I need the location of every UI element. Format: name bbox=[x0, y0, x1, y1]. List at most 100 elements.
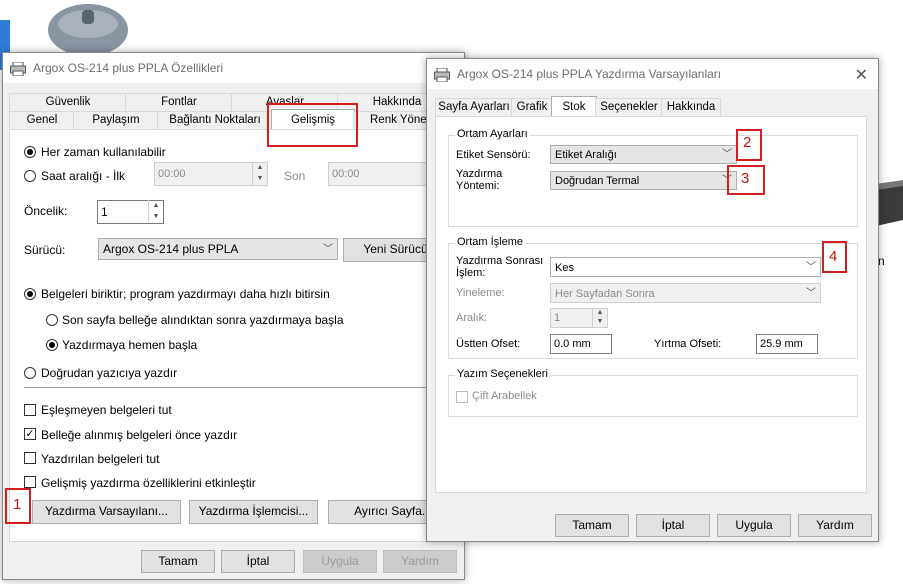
printer-icon bbox=[10, 62, 26, 76]
time-start-spinner[interactable]: ▲ ▼ bbox=[252, 162, 267, 186]
label-sensor-value: Etiket Aralığı bbox=[555, 149, 617, 161]
interval-spinner[interactable]: ▲ ▼ bbox=[592, 308, 607, 328]
tear-offset-field[interactable]: 25.9 mm bbox=[756, 334, 818, 354]
background-mouse-image bbox=[42, 0, 130, 56]
repeat-value: Her Sayfadan Sonra bbox=[555, 288, 655, 300]
printer-icon bbox=[434, 68, 450, 82]
annotation-box-advanced-tab bbox=[267, 103, 358, 147]
tab-page-setup[interactable]: Sayfa Ayarları bbox=[435, 98, 513, 116]
interval-label: Aralık: bbox=[456, 312, 488, 324]
print-method-select[interactable]: Doğrudan Termal ﹀ bbox=[550, 171, 737, 190]
group-title: Ortam İşleme bbox=[455, 236, 526, 248]
interval-field[interactable]: 1 ▲ ▼ bbox=[550, 308, 608, 328]
print-spooled-first-label: Belleğe alınmış belgeleri önce yazdır bbox=[41, 428, 238, 442]
top-offset-value: 0.0 mm bbox=[554, 338, 591, 350]
priority-spinner[interactable]: ▲ ▼ bbox=[148, 200, 163, 222]
print-direct-radio[interactable] bbox=[24, 367, 36, 379]
cancel-button[interactable]: İptal bbox=[221, 550, 295, 573]
close-icon[interactable]: ✕ bbox=[855, 65, 868, 85]
group-title: Ortam Ayarları bbox=[455, 128, 530, 140]
print-defaults-button[interactable]: Yazdırma Varsayılanı... bbox=[32, 500, 181, 524]
annotation-number-4: 4 bbox=[829, 248, 838, 265]
driver-label: Sürücü: bbox=[24, 243, 66, 257]
label-sensor-label: Etiket Sensörü: bbox=[456, 149, 531, 161]
apply-button[interactable]: Uygula bbox=[303, 550, 377, 573]
spool-label: Belgeleri biriktir; program yazdırmayı d… bbox=[41, 287, 330, 301]
spool-after-last-page-label: Son sayfa belleğe alındıktan sonra yazdı… bbox=[62, 313, 344, 327]
top-offset-label: Üstten Ofset: bbox=[456, 338, 521, 350]
chevron-down-icon: ﹀ bbox=[722, 149, 732, 160]
time-range-label: Saat aralığı - İlk bbox=[41, 169, 126, 183]
stock-tab-panel: Ortam Ayarları Etiket Sensörü: Etiket Ar… bbox=[435, 116, 867, 493]
group-title: Yazım Seçenekleri bbox=[455, 368, 550, 380]
post-print-label-line2: İşlem: bbox=[456, 267, 486, 279]
help-button[interactable]: Yardım bbox=[383, 550, 457, 573]
post-print-label-line1: Yazdırma Sonrası bbox=[456, 255, 544, 267]
hold-mismatched-label: Eşleşmeyen belgeleri tut bbox=[41, 403, 172, 417]
printing-defaults-dialog: Argox OS-214 plus PPLA Yazdırma Varsayıl… bbox=[426, 58, 879, 542]
tab-options[interactable]: Seçenekler bbox=[595, 98, 663, 116]
driver-value: Argox OS-214 plus PPLA bbox=[103, 242, 239, 256]
hold-mismatched-checkbox[interactable] bbox=[24, 404, 36, 416]
background-text-fragment: n bbox=[878, 254, 885, 268]
printer-properties-dialog: Argox OS-214 plus PPLA Özellikleri Güven… bbox=[2, 52, 473, 580]
keep-printed-checkbox[interactable] bbox=[24, 452, 36, 464]
chevron-down-icon: ﹀ bbox=[806, 262, 816, 273]
advanced-tab-panel: Her zaman kullanılabilir Saat aralığı - … bbox=[9, 129, 458, 542]
ok-button[interactable]: Tamam bbox=[555, 514, 629, 537]
spool-radio[interactable] bbox=[24, 288, 36, 300]
tab-fonts[interactable]: Fontlar bbox=[125, 93, 233, 111]
spool-after-last-page-radio[interactable] bbox=[46, 314, 58, 326]
cancel-button[interactable]: İptal bbox=[636, 514, 710, 537]
always-available-radio[interactable] bbox=[24, 146, 36, 158]
double-buffer-label: Çift Arabellek bbox=[472, 390, 537, 402]
time-range-radio[interactable] bbox=[24, 170, 36, 182]
print-method-label-line1: Yazdırma bbox=[456, 168, 503, 180]
separator-line bbox=[24, 387, 456, 388]
chevron-down-icon: ﹀ bbox=[323, 244, 333, 255]
tab-about[interactable]: Hakkında bbox=[661, 98, 721, 116]
time-end-label: Son bbox=[284, 169, 306, 183]
tab-ports[interactable]: Bağlantı Noktaları bbox=[157, 111, 273, 129]
tear-offset-value: 25.9 mm bbox=[760, 338, 803, 350]
tab-security[interactable]: Güvenlik bbox=[9, 93, 127, 111]
tear-offset-label: Yırtma Ofseti: bbox=[654, 338, 722, 350]
print-spooled-first-checkbox[interactable]: ✓ bbox=[24, 428, 36, 440]
repeat-select[interactable]: Her Sayfadan Sonra ﹀ bbox=[550, 283, 821, 303]
print-processor-button[interactable]: Yazdırma İşlemcisi... bbox=[189, 500, 318, 524]
tab-general[interactable]: Genel bbox=[9, 111, 75, 129]
window-title: Argox OS-214 plus PPLA Özellikleri bbox=[33, 61, 224, 75]
repeat-label: Yineleme: bbox=[456, 287, 505, 299]
annotation-number-1: 1 bbox=[13, 496, 22, 513]
keep-printed-label: Yazdırılan belgeleri tut bbox=[41, 452, 160, 466]
annotation-number-3: 3 bbox=[741, 170, 750, 187]
apply-button[interactable]: Uygula bbox=[717, 514, 791, 537]
enable-advanced-label: Gelişmiş yazdırma özelliklerini etkinleş… bbox=[41, 476, 256, 490]
post-print-select[interactable]: Kes ﹀ bbox=[550, 257, 821, 277]
spool-immediately-radio[interactable] bbox=[46, 339, 58, 351]
always-available-label: Her zaman kullanılabilir bbox=[41, 145, 166, 159]
tab-graphics[interactable]: Grafik bbox=[511, 98, 553, 116]
print-direct-label: Doğrudan yazıcıya yazdır bbox=[41, 366, 178, 380]
chevron-down-icon: ﹀ bbox=[806, 288, 816, 299]
post-print-value: Kes bbox=[555, 262, 574, 274]
window-title: Argox OS-214 plus PPLA Yazdırma Varsayıl… bbox=[457, 67, 722, 81]
enable-advanced-checkbox[interactable] bbox=[24, 476, 36, 488]
label-sensor-select[interactable]: Etiket Aralığı ﹀ bbox=[550, 145, 737, 164]
double-buffer-checkbox[interactable] bbox=[456, 391, 468, 403]
title-bar: Argox OS-214 plus PPLA Yazdırma Varsayıl… bbox=[427, 59, 878, 89]
time-end-value: 00:00 bbox=[332, 168, 360, 180]
print-method-label-line2: Yöntemi: bbox=[456, 180, 500, 192]
print-method-value: Doğrudan Termal bbox=[555, 175, 640, 187]
title-bar: Argox OS-214 plus PPLA Özellikleri bbox=[3, 53, 464, 83]
priority-field[interactable]: 1 ▲ ▼ bbox=[97, 200, 164, 224]
background-device-image bbox=[876, 180, 903, 226]
priority-value: 1 bbox=[101, 205, 108, 219]
ok-button[interactable]: Tamam bbox=[141, 550, 215, 573]
top-offset-field[interactable]: 0.0 mm bbox=[550, 334, 612, 354]
tab-stock[interactable]: Stok bbox=[551, 96, 597, 117]
help-button[interactable]: Yardım bbox=[798, 514, 872, 537]
driver-select[interactable]: Argox OS-214 plus PPLA ﹀ bbox=[98, 238, 338, 260]
time-start-field[interactable]: 00:00 ▲ ▼ bbox=[154, 162, 268, 186]
tab-sharing[interactable]: Paylaşım bbox=[73, 111, 159, 129]
